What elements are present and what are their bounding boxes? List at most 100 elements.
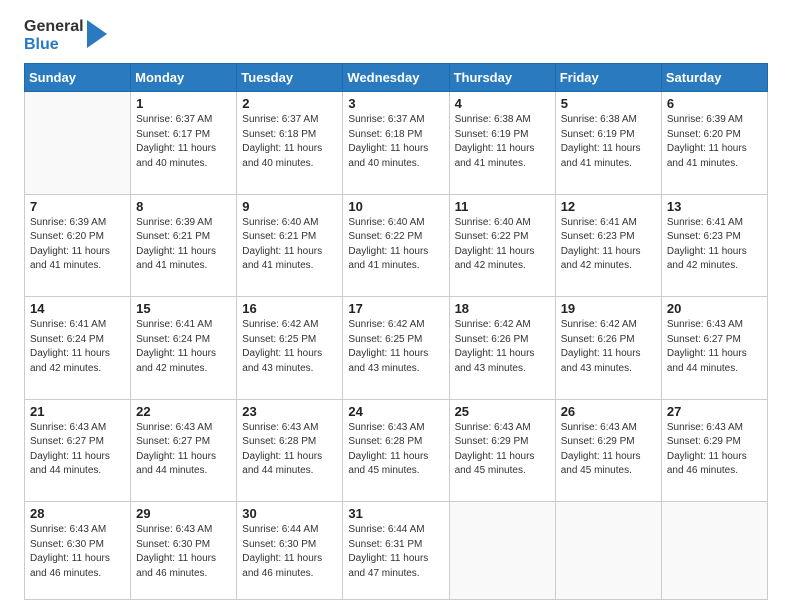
day-info: Sunrise: 6:41 AM Sunset: 6:23 PM Dayligh… (561, 216, 656, 274)
calendar-cell: 10 Sunrise: 6:40 AM Sunset: 6:22 PM Dayli… (343, 194, 449, 296)
calendar-cell: 5 Sunrise: 6:38 AM Sunset: 6:19 PM Daylig… (555, 92, 661, 194)
col-header-tuesday: Tuesday (237, 64, 343, 92)
day-info: Sunrise: 6:38 AM Sunset: 6:19 PM Dayligh… (455, 113, 550, 171)
day-number: 21 (30, 404, 125, 419)
day-info: Sunrise: 6:42 AM Sunset: 6:26 PM Dayligh… (455, 318, 550, 376)
day-number: 9 (242, 199, 337, 214)
logo-chevron-icon (87, 20, 107, 53)
day-info: Sunrise: 6:42 AM Sunset: 6:25 PM Dayligh… (242, 318, 337, 376)
day-number: 10 (348, 199, 443, 214)
calendar-cell: 27 Sunrise: 6:43 AM Sunset: 6:29 PM Dayli… (661, 399, 767, 501)
day-info: Sunrise: 6:43 AM Sunset: 6:28 PM Dayligh… (242, 421, 337, 479)
day-number: 26 (561, 404, 656, 419)
day-number: 27 (667, 404, 762, 419)
calendar-cell: 30 Sunrise: 6:44 AM Sunset: 6:30 PM Dayli… (237, 502, 343, 600)
calendar-cell: 15 Sunrise: 6:41 AM Sunset: 6:24 PM Dayli… (131, 297, 237, 399)
calendar-cell: 29 Sunrise: 6:43 AM Sunset: 6:30 PM Dayli… (131, 502, 237, 600)
day-number: 20 (667, 301, 762, 316)
calendar-cell: 13Sunrise: 6:41 AM Sunset: 6:23 PM Dayli… (661, 194, 767, 296)
day-number: 6 (667, 96, 762, 111)
calendar-cell: 22 Sunrise: 6:43 AM Sunset: 6:27 PM Dayli… (131, 399, 237, 501)
day-number: 28 (30, 506, 125, 521)
calendar-cell: 17 Sunrise: 6:42 AM Sunset: 6:25 PM Dayli… (343, 297, 449, 399)
day-number: 15 (136, 301, 231, 316)
day-info: Sunrise: 6:40 AM Sunset: 6:21 PM Dayligh… (242, 216, 337, 274)
calendar-cell (661, 502, 767, 600)
day-number: 24 (348, 404, 443, 419)
day-info: Sunrise: 6:39 AM Sunset: 6:20 PM Dayligh… (667, 113, 762, 171)
day-number: 23 (242, 404, 337, 419)
day-info: Sunrise: 6:39 AM Sunset: 6:20 PM Dayligh… (30, 216, 125, 274)
calendar-cell: 19Sunrise: 6:42 AM Sunset: 6:26 PM Dayli… (555, 297, 661, 399)
col-header-monday: Monday (131, 64, 237, 92)
day-info: Sunrise: 6:37 AM Sunset: 6:18 PM Dayligh… (348, 113, 443, 171)
calendar-cell: 24 Sunrise: 6:43 AM Sunset: 6:28 PM Dayli… (343, 399, 449, 501)
calendar-cell: 1Sunrise: 6:37 AM Sunset: 6:17 PM Daylig… (131, 92, 237, 194)
calendar-cell (25, 92, 131, 194)
day-number: 22 (136, 404, 231, 419)
day-info: Sunrise: 6:43 AM Sunset: 6:27 PM Dayligh… (30, 421, 125, 479)
day-info: Sunrise: 6:42 AM Sunset: 6:25 PM Dayligh… (348, 318, 443, 376)
logo-general: General (24, 18, 84, 36)
calendar-cell: 28 Sunrise: 6:43 AM Sunset: 6:30 PM Dayli… (25, 502, 131, 600)
calendar-cell: 23 Sunrise: 6:43 AM Sunset: 6:28 PM Dayli… (237, 399, 343, 501)
day-number: 12 (561, 199, 656, 214)
day-number: 7 (30, 199, 125, 214)
day-number: 14 (30, 301, 125, 316)
day-info: Sunrise: 6:42 AM Sunset: 6:26 PM Dayligh… (561, 318, 656, 376)
calendar-cell: 25Sunrise: 6:43 AM Sunset: 6:29 PM Dayli… (449, 399, 555, 501)
day-info: Sunrise: 6:40 AM Sunset: 6:22 PM Dayligh… (348, 216, 443, 274)
calendar-cell: 6 Sunrise: 6:39 AM Sunset: 6:20 PM Daylig… (661, 92, 767, 194)
calendar-cell: 8 Sunrise: 6:39 AM Sunset: 6:21 PM Daylig… (131, 194, 237, 296)
calendar-cell (555, 502, 661, 600)
calendar-cell: 2 Sunrise: 6:37 AM Sunset: 6:18 PM Daylig… (237, 92, 343, 194)
logo: General Blue (24, 18, 107, 53)
day-number: 4 (455, 96, 550, 111)
calendar-cell: 26Sunrise: 6:43 AM Sunset: 6:29 PM Dayli… (555, 399, 661, 501)
calendar-cell: 3 Sunrise: 6:37 AM Sunset: 6:18 PM Daylig… (343, 92, 449, 194)
day-info: Sunrise: 6:40 AM Sunset: 6:22 PM Dayligh… (455, 216, 550, 274)
day-info: Sunrise: 6:43 AM Sunset: 6:27 PM Dayligh… (136, 421, 231, 479)
day-number: 31 (348, 506, 443, 521)
day-info: Sunrise: 6:38 AM Sunset: 6:19 PM Dayligh… (561, 113, 656, 171)
calendar-cell: 31 Sunrise: 6:44 AM Sunset: 6:31 PM Dayli… (343, 502, 449, 600)
calendar-cell: 9 Sunrise: 6:40 AM Sunset: 6:21 PM Daylig… (237, 194, 343, 296)
day-number: 11 (455, 199, 550, 214)
day-number: 18 (455, 301, 550, 316)
day-info: Sunrise: 6:41 AM Sunset: 6:24 PM Dayligh… (136, 318, 231, 376)
calendar-cell: 4 Sunrise: 6:38 AM Sunset: 6:19 PM Daylig… (449, 92, 555, 194)
day-info: Sunrise: 6:41 AM Sunset: 6:24 PM Dayligh… (30, 318, 125, 376)
day-number: 2 (242, 96, 337, 111)
calendar-cell: 11 Sunrise: 6:40 AM Sunset: 6:22 PM Dayli… (449, 194, 555, 296)
day-number: 30 (242, 506, 337, 521)
col-header-saturday: Saturday (661, 64, 767, 92)
day-info: Sunrise: 6:43 AM Sunset: 6:29 PM Dayligh… (667, 421, 762, 479)
day-number: 29 (136, 506, 231, 521)
calendar-table: SundayMondayTuesdayWednesdayThursdayFrid… (24, 63, 768, 600)
logo-wordmark: General Blue (24, 18, 107, 53)
col-header-wednesday: Wednesday (343, 64, 449, 92)
day-number: 3 (348, 96, 443, 111)
col-header-thursday: Thursday (449, 64, 555, 92)
day-info: Sunrise: 6:43 AM Sunset: 6:30 PM Dayligh… (30, 523, 125, 581)
calendar-cell: 21 Sunrise: 6:43 AM Sunset: 6:27 PM Dayli… (25, 399, 131, 501)
day-info: Sunrise: 6:43 AM Sunset: 6:27 PM Dayligh… (667, 318, 762, 376)
col-header-sunday: Sunday (25, 64, 131, 92)
day-info: Sunrise: 6:39 AM Sunset: 6:21 PM Dayligh… (136, 216, 231, 274)
calendar-cell: 12 Sunrise: 6:41 AM Sunset: 6:23 PM Dayli… (555, 194, 661, 296)
day-info: Sunrise: 6:44 AM Sunset: 6:31 PM Dayligh… (348, 523, 443, 581)
day-info: Sunrise: 6:43 AM Sunset: 6:29 PM Dayligh… (455, 421, 550, 479)
calendar-cell (449, 502, 555, 600)
day-number: 8 (136, 199, 231, 214)
day-info: Sunrise: 6:43 AM Sunset: 6:30 PM Dayligh… (136, 523, 231, 581)
day-info: Sunrise: 6:41 AM Sunset: 6:23 PM Dayligh… (667, 216, 762, 274)
day-info: Sunrise: 6:37 AM Sunset: 6:17 PM Dayligh… (136, 113, 231, 171)
day-number: 17 (348, 301, 443, 316)
day-info: Sunrise: 6:37 AM Sunset: 6:18 PM Dayligh… (242, 113, 337, 171)
day-number: 5 (561, 96, 656, 111)
day-info: Sunrise: 6:44 AM Sunset: 6:30 PM Dayligh… (242, 523, 337, 581)
col-header-friday: Friday (555, 64, 661, 92)
logo-blue: Blue (24, 36, 84, 54)
day-number: 16 (242, 301, 337, 316)
day-info: Sunrise: 6:43 AM Sunset: 6:28 PM Dayligh… (348, 421, 443, 479)
